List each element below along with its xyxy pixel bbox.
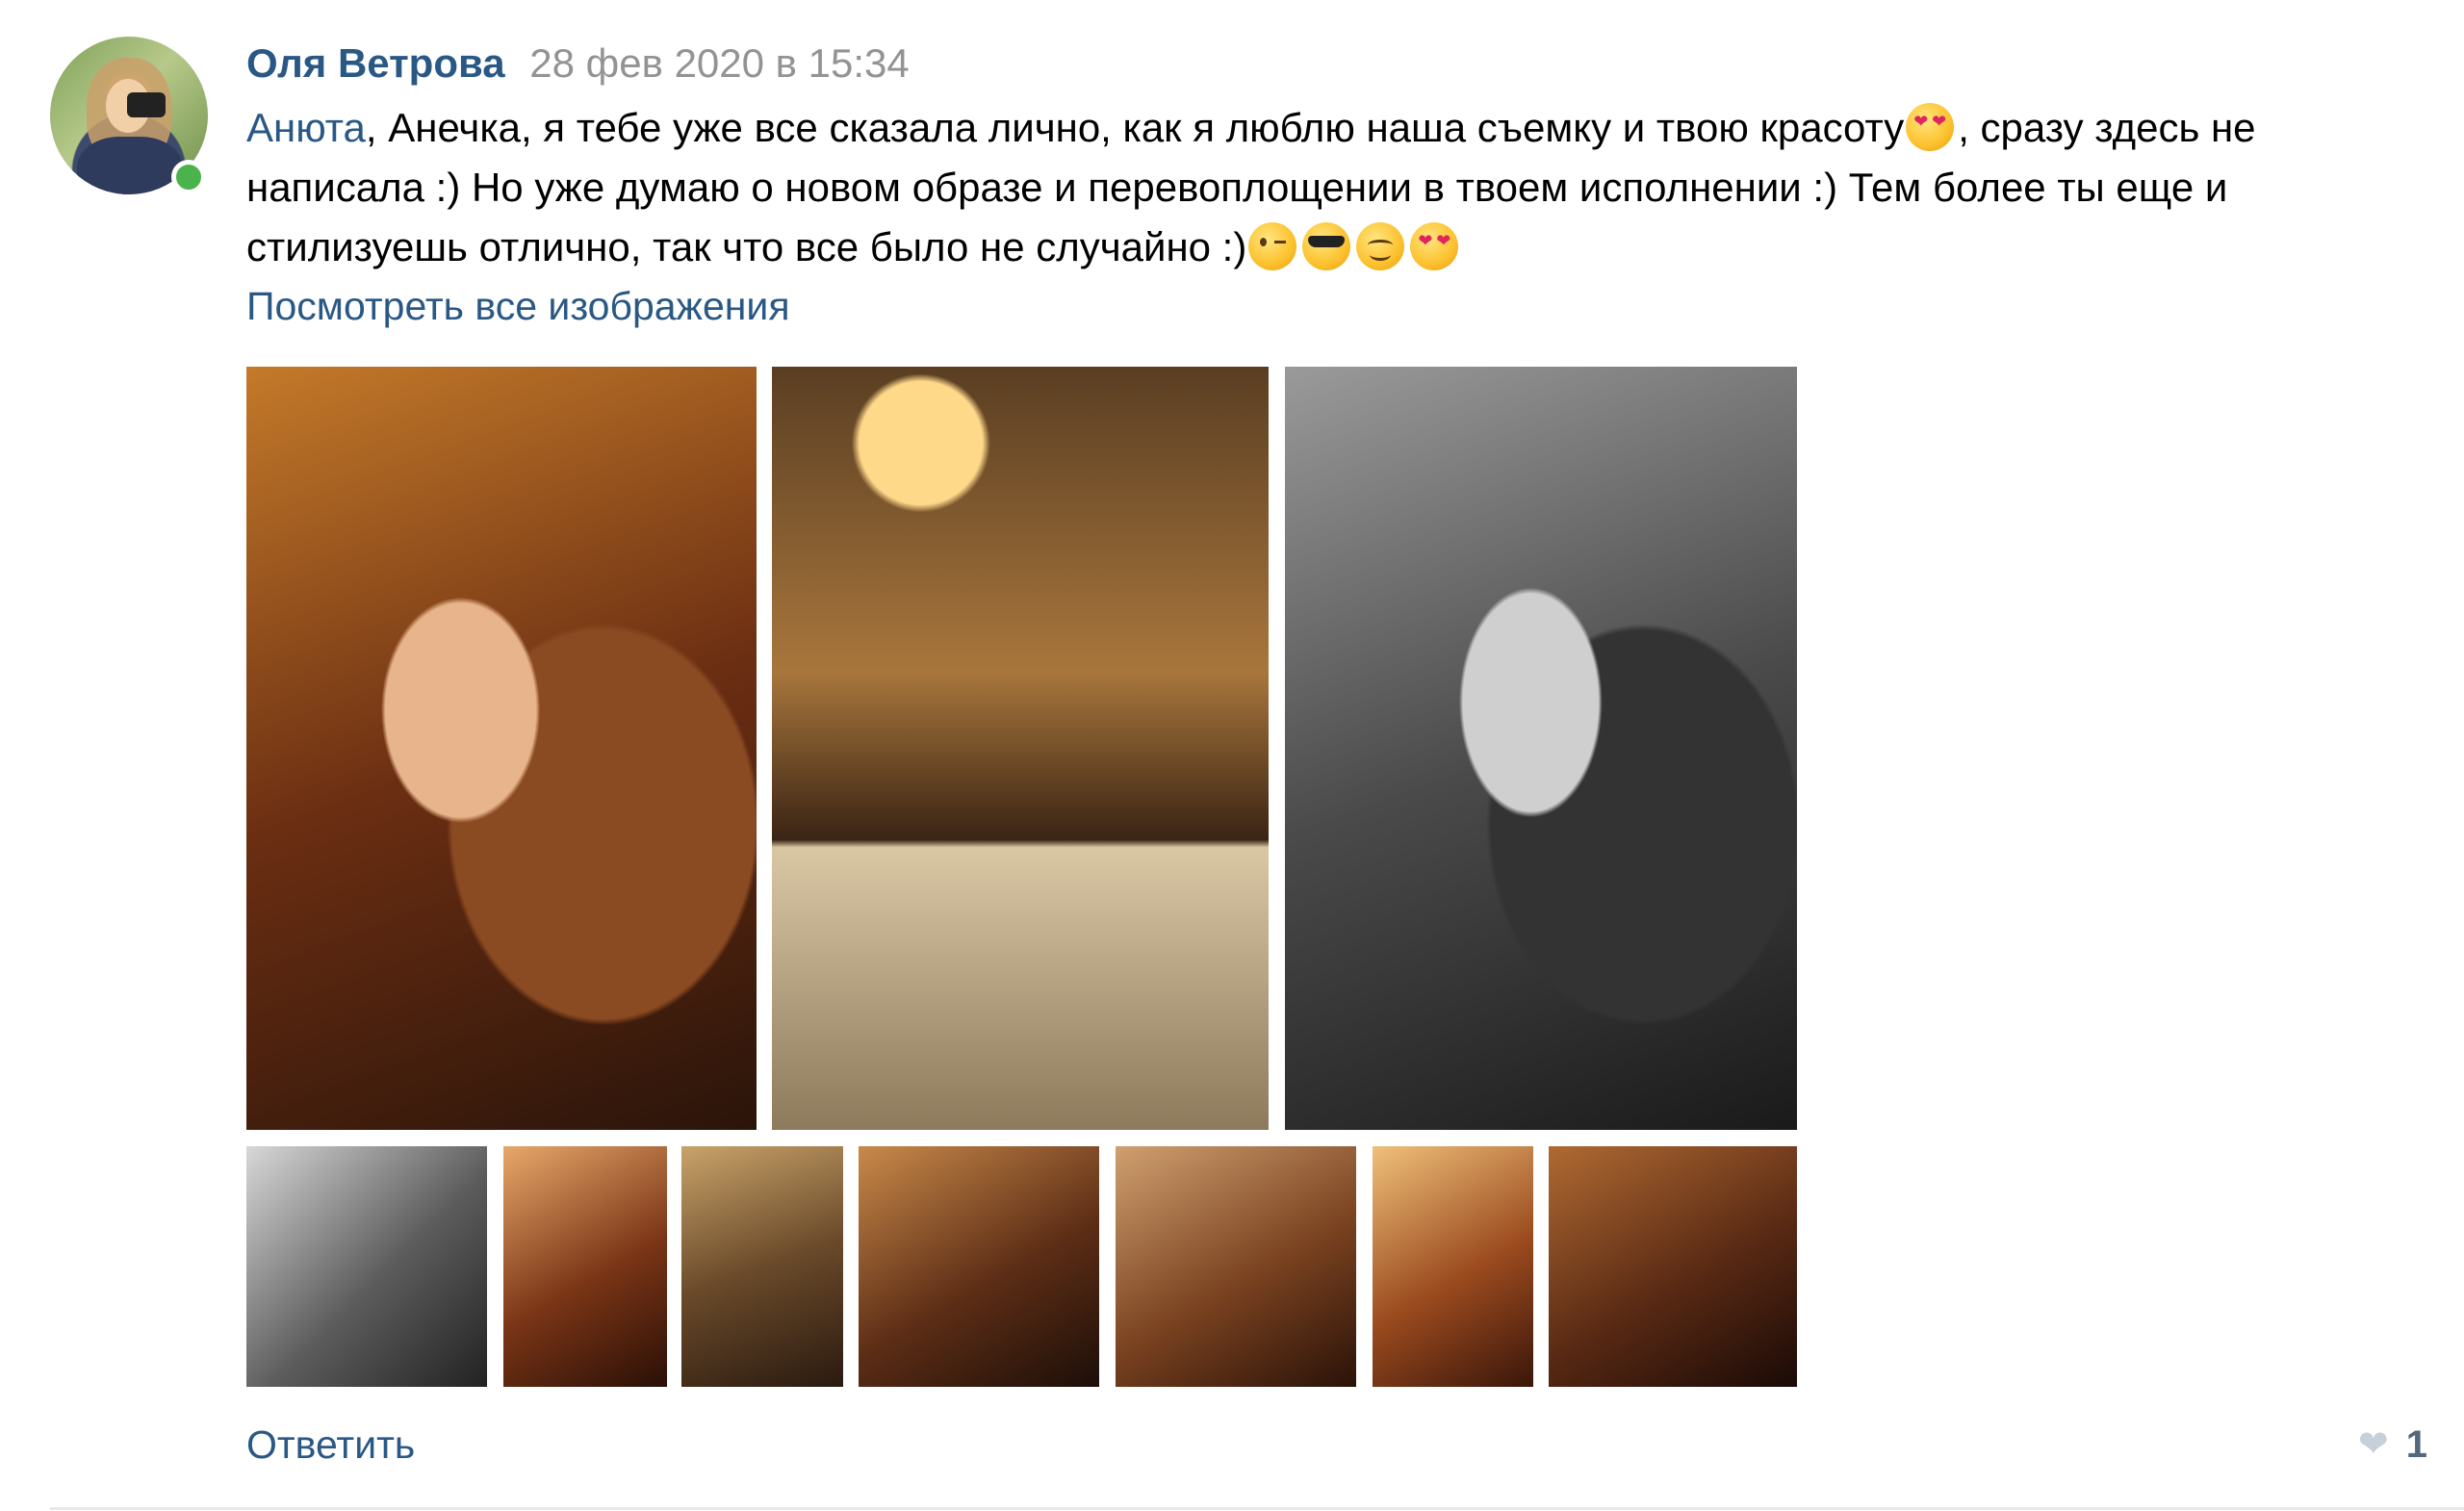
heart-eyes-emoji-icon [1906,103,1955,151]
reply-button[interactable]: Ответить [246,1421,415,1469]
photo-large-2[interactable] [772,367,1269,1130]
heart-icon: ❤ [2357,1424,2389,1465]
avatar-camera [127,92,166,117]
photo-thumb-1[interactable] [246,1146,487,1387]
view-all-images-link[interactable]: Посмотреть все изображения [246,281,790,331]
smiling-face-emoji-icon [1356,222,1405,270]
author-name-link[interactable]: Оля Ветрова [246,40,505,86]
like-button[interactable]: ❤ 1 [2358,1421,2427,1469]
comment-header: Оля Ветрова 28 фев 2020 в 15:34 [246,38,910,89]
sunglasses-face-emoji-icon [1302,222,1351,270]
photo-large-1[interactable] [246,367,757,1130]
photo-thumb-7[interactable] [1549,1146,1797,1387]
online-indicator-icon [171,160,206,194]
like-count: 1 [2405,1423,2427,1466]
comment-divider [50,1507,2464,1510]
avatar-body [77,137,183,194]
photo-thumb-2[interactable] [503,1146,667,1387]
photo-thumb-6[interactable] [1373,1146,1533,1387]
winking-face-emoji-icon [1248,222,1297,270]
mention-link[interactable]: Анюта [246,105,366,150]
photo-thumb-5[interactable] [1116,1146,1356,1387]
comment-text-part1: , Анечка, я тебе уже все сказала лично, … [365,105,1905,150]
photo-thumb-3[interactable] [681,1146,843,1387]
photo-thumb-4[interactable] [859,1146,1099,1387]
comment-text: Анюта, Анечка, я тебе уже все сказала ли… [246,98,2441,277]
heart-eyes-emoji-icon [1410,222,1459,270]
photo-large-3[interactable] [1285,367,1797,1130]
comment-date-link[interactable]: 28 фев 2020 в 15:34 [529,40,909,86]
